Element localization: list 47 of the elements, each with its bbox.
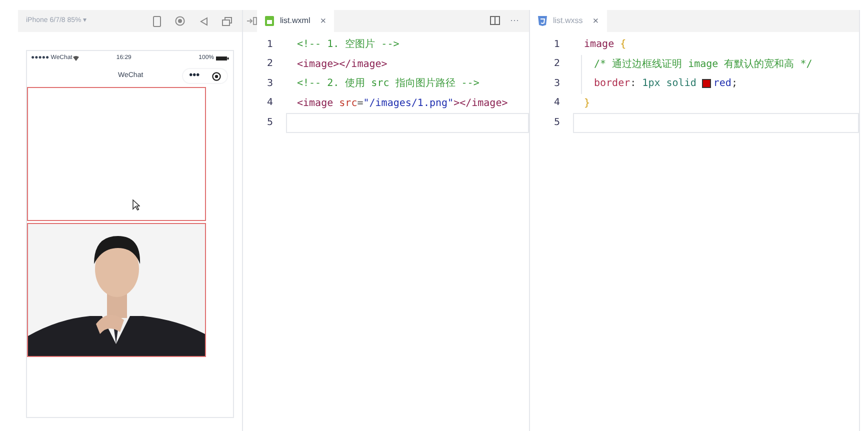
code-token: <image (297, 96, 334, 111)
editor-tab[interactable]: list.wxss × (530, 10, 607, 32)
code-token: /* 通过边框线证明 image 有默认的宽和高 */ (594, 58, 812, 72)
battery-icon (216, 56, 229, 60)
code-token: red (713, 77, 732, 92)
code-token: ; (731, 77, 738, 92)
code-token: "/images/1.png" (363, 96, 454, 111)
more-icon[interactable]: ··· (510, 14, 519, 27)
editor-tab[interactable]: list.wxml × (257, 10, 334, 32)
capsule-button[interactable]: ••• (182, 68, 228, 84)
line-number: 4 (266, 96, 274, 110)
code-token: border (594, 77, 630, 92)
line-number: 1 (552, 38, 561, 52)
code-token: : (630, 77, 638, 92)
record-icon[interactable] (175, 16, 185, 26)
close-icon[interactable]: × (320, 14, 326, 28)
css-file-icon (538, 16, 547, 26)
window-icon[interactable] (222, 16, 232, 26)
line-number: 2 (266, 57, 274, 72)
line-number: 3 (552, 76, 561, 91)
line-number: 3 (266, 76, 274, 91)
file-icon (265, 16, 274, 26)
split-editor-icon[interactable] (490, 16, 500, 25)
close-icon[interactable]: × (592, 14, 599, 28)
line-number: 1 (266, 38, 274, 52)
line-number: 4 (552, 96, 561, 110)
line-number: 5 (266, 116, 274, 130)
code-token: image (584, 38, 616, 52)
code-token: <!-- 2. 使用 src 指向图片路径 --> (297, 76, 480, 92)
code-token: 1px solid (642, 77, 698, 92)
line-number: 5 (552, 116, 561, 130)
code-token: <!-- 1. 空图片 --> (297, 38, 400, 52)
code-token: } (584, 96, 590, 111)
pointer-icon (132, 199, 140, 211)
target-icon[interactable] (212, 72, 221, 80)
phone-icon[interactable] (153, 16, 161, 26)
wifi-icon (73, 56, 80, 60)
sidebar-toggle-icon[interactable] (247, 17, 257, 25)
code-token: src (339, 96, 358, 111)
more-dots[interactable]: ••• (189, 71, 200, 81)
code-token: <image></image> (297, 58, 388, 72)
code-token: = (357, 96, 364, 111)
code-token: ></image> (454, 96, 508, 111)
line-number: 2 (552, 57, 561, 72)
color-swatch[interactable] (702, 79, 712, 88)
speaker-icon[interactable] (199, 16, 208, 26)
code-token: { (620, 38, 626, 52)
